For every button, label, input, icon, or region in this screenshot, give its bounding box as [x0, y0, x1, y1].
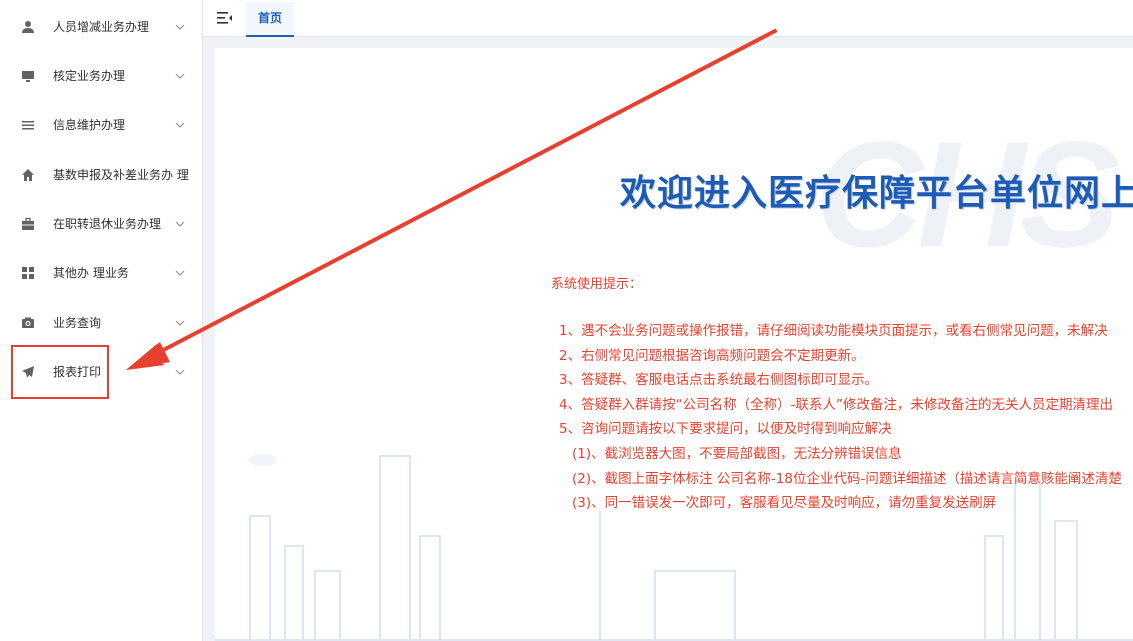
tip-line: 2、右侧常见问题根据咨询高频问题会不定期更新。: [559, 348, 865, 364]
chevron-down-icon: [175, 221, 185, 227]
sidebar-item-label: 人员增减业务办理: [53, 20, 150, 34]
tips-title: 系统使用提示：: [551, 277, 643, 292]
chevron-down-icon: [175, 270, 185, 276]
sidebar-item-label: 其他办 理业务: [53, 266, 129, 280]
home-icon: [20, 167, 36, 183]
sidebar-item-other[interactable]: 其他办 理业务: [0, 248, 202, 297]
sidebar-item-label: 核定业务办理: [53, 69, 126, 83]
sidebar-item-label: 基数申报及补差业务办 理: [53, 168, 189, 182]
list-icon: [20, 117, 36, 133]
sidebar-item-info-maintenance[interactable]: 信息维护办理: [0, 100, 202, 149]
sidebar-item-label: 在职转退休业务办理: [53, 217, 162, 231]
tip-line: 3、答疑群、客服电话点击系统最右侧图标即可显示。: [559, 372, 879, 388]
chevron-down-icon: [175, 24, 185, 30]
chevron-down-icon: [175, 369, 185, 375]
tab-home[interactable]: 首页: [246, 2, 295, 37]
sidebar-item-label: 业务查询: [53, 316, 102, 330]
camera-icon: [20, 315, 36, 331]
tip-line: 5、咨询问题请按以下要求提问，以便及时得到响应解决: [559, 421, 892, 437]
monitor-icon: [20, 68, 36, 84]
grid-icon: [20, 265, 36, 281]
sidebar-item-retirement[interactable]: 在职转退休业务办理: [0, 199, 202, 248]
welcome-heading: 欢迎进入医疗保障平台单位网上: [620, 173, 1133, 214]
chevron-down-icon: [175, 73, 185, 79]
sidebar-item-query[interactable]: 业务查询: [0, 298, 202, 347]
chevron-down-icon: [175, 320, 185, 326]
main-content: CHS 欢迎进入医疗保障平台单位网上 系统使用提示： 1、遇不会业务问题或操作报…: [215, 48, 1133, 641]
sidebar-item-verification[interactable]: 核定业务办理: [0, 51, 202, 100]
tip-line: 1、遇不会业务问题或操作报错，请仔细阅读功能模块页面提示，或看右侧常见问题，未解…: [559, 323, 1108, 339]
sidebar: 人员增减业务办理 核定业务办理 信息维护办理 基数申报及补差业务办 理 在职转退…: [0, 0, 203, 641]
tip-line: (3)、同一错误发一次即可，客服看见尽量及时响应，请勿重复发送刷屏: [572, 495, 997, 511]
chevron-down-icon: [175, 122, 185, 128]
menu-fold-icon[interactable]: [217, 11, 233, 25]
tip-line: 4、答疑群入群请按“公司名称（全称）-联系人”修改备注，未修改备注的无关人员定期…: [559, 397, 1113, 413]
top-bar: 首页: [203, 0, 1133, 37]
sidebar-item-personnel[interactable]: 人员增减业务办理: [0, 2, 202, 51]
cloud-decoration: [249, 454, 277, 466]
annotation-highlight-box: [11, 345, 109, 399]
tip-line: (1)、截浏览器大图，不要局部截图，无法分辨错误信息: [572, 446, 902, 462]
briefcase-icon: [20, 216, 36, 232]
user-icon: [20, 19, 36, 35]
sidebar-item-base-declaration[interactable]: 基数申报及补差业务办 理: [0, 150, 202, 199]
tip-line: (2)、截图上面字体标注 公司名称-18位企业代码-问题详细描述（描述请言简意赅…: [572, 471, 1122, 487]
sidebar-item-label: 信息维护办理: [53, 118, 126, 132]
